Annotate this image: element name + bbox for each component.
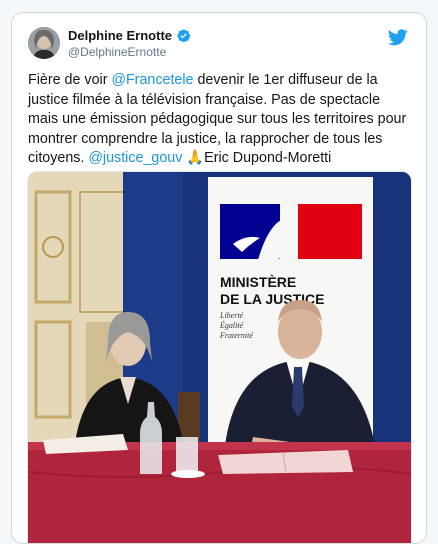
verified-badge-icon — [176, 28, 191, 43]
twitter-bird-icon[interactable] — [387, 29, 408, 46]
author-row: Delphine Ernotte — [68, 28, 191, 43]
banner-motto-1: Liberté — [219, 311, 244, 320]
author-handle[interactable]: @DelphineErnotte — [68, 45, 166, 59]
tweet-text-part: 🙏Eric Dupond-Moretti — [182, 150, 332, 166]
mention-link-francetele[interactable]: @Francetele — [111, 72, 193, 88]
banner-motto-3: Fraternité — [219, 331, 253, 340]
mention-link-justice-gouv[interactable]: @justice_gouv — [88, 150, 182, 166]
author-name[interactable]: Delphine Ernotte — [68, 28, 172, 43]
tweet-text: Fière de voir @Francetele devenir le 1er… — [28, 71, 412, 169]
banner-motto-2: Égalité — [219, 320, 244, 330]
avatar[interactable] — [28, 27, 60, 59]
tweet-photo[interactable]: MINISTÈRE DE LA JUSTICE Liberté Égalité … — [27, 171, 412, 543]
tweet-card: Delphine Ernotte @DelphineErnotte Fière … — [11, 12, 427, 544]
tweet-text-part: Fière de voir — [28, 72, 112, 88]
banner-title-line1: MINISTÈRE — [220, 274, 296, 290]
